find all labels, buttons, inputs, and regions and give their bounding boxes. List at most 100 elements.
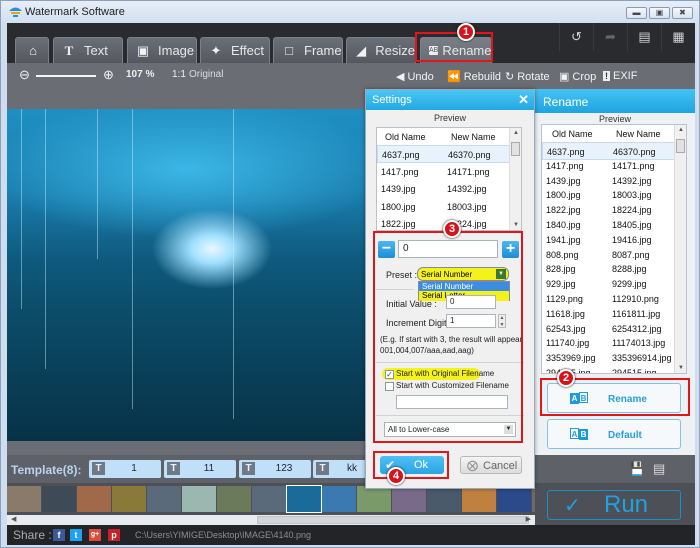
old-name-cell: 1439.jpg bbox=[381, 184, 416, 194]
new-name-cell: 9299.jpg bbox=[612, 279, 647, 290]
run-button[interactable]: ✓ Run bbox=[547, 490, 681, 520]
default-button[interactable]: AB Default bbox=[547, 419, 681, 449]
close-icon[interactable]: ✕ bbox=[518, 92, 529, 108]
settings-table-scrollbar[interactable]: ▲ ▼ bbox=[509, 128, 521, 230]
register-icon[interactable]: ▦ bbox=[661, 23, 695, 51]
cancel-button[interactable]: ⨂ Cancel bbox=[460, 456, 522, 474]
tab-image[interactable]: ▣ Image bbox=[127, 37, 197, 63]
template-list-icon[interactable]: ▤ bbox=[653, 461, 665, 477]
step-badge-1: 1 bbox=[457, 23, 475, 41]
refresh-icon[interactable]: ↺ bbox=[559, 23, 593, 51]
original-button[interactable]: Original bbox=[189, 69, 223, 80]
share-arrow-icon[interactable]: ➦ bbox=[593, 23, 627, 51]
view-toolbar: ⊖ ⊕ 107 % 1:1 Original ◀ Undo ⏪ Rebuild bbox=[7, 63, 535, 89]
thumbnail[interactable] bbox=[42, 486, 76, 512]
table-header: Old Name New Name bbox=[377, 128, 511, 146]
exif-icon: ! bbox=[603, 71, 610, 81]
minimize-button[interactable]: ▬ bbox=[626, 7, 647, 19]
tab-home[interactable]: ⌂ bbox=[15, 37, 49, 63]
template-item[interactable]: Tkk bbox=[313, 460, 373, 478]
pinterest-icon[interactable]: p bbox=[108, 529, 120, 541]
old-name-cell: 1822.jpg bbox=[381, 219, 416, 229]
run-label: Run bbox=[604, 491, 649, 518]
rebuild-button[interactable]: ⏪ Rebuild bbox=[447, 70, 501, 84]
google-plus-icon[interactable]: g+ bbox=[89, 529, 101, 541]
thumbnail[interactable] bbox=[147, 486, 181, 512]
exif-button[interactable]: ! EXIF bbox=[603, 70, 637, 82]
table-row[interactable]: 1439.jpg 14392.jpg bbox=[377, 180, 511, 198]
facebook-icon[interactable]: f bbox=[53, 529, 65, 541]
thumbnail[interactable] bbox=[77, 486, 111, 512]
new-name-cell: 294515.jpg bbox=[612, 368, 657, 374]
home-icon: ⌂ bbox=[29, 43, 37, 58]
table-header: Old Name New Name bbox=[542, 125, 676, 143]
thumbnail[interactable] bbox=[217, 486, 251, 512]
tab-resize[interactable]: ◢ Resize bbox=[346, 37, 416, 63]
old-name-cell: 929.jpg bbox=[546, 279, 576, 290]
thumbnail[interactable] bbox=[427, 486, 461, 512]
template-value: 123 bbox=[275, 463, 293, 474]
template-item[interactable]: T 123 bbox=[239, 460, 311, 478]
thumbnail[interactable] bbox=[182, 486, 216, 512]
thumbnail[interactable] bbox=[497, 486, 531, 512]
table-row[interactable]: 1800.jpg 18003.jpg bbox=[377, 198, 511, 216]
thumbnail[interactable] bbox=[7, 486, 41, 512]
step-badge-4: 4 bbox=[387, 467, 405, 485]
rotate-label: Rotate bbox=[517, 70, 550, 83]
chat-icon[interactable]: ▤ bbox=[627, 23, 661, 51]
table-row[interactable]: 1417.png 14171.png bbox=[377, 163, 511, 181]
share-label: Share : bbox=[13, 528, 52, 542]
rotate-button[interactable]: ↻ Rotate bbox=[505, 70, 550, 84]
zoom-out-icon[interactable]: ⊖ bbox=[19, 67, 30, 83]
twitter-icon[interactable]: t bbox=[70, 529, 82, 541]
app-window: Watermark Software ▬ ▣ ✖ ⌂ T Text ▣ Image … bbox=[0, 0, 700, 548]
scroll-left-icon[interactable]: ◀ bbox=[11, 515, 16, 523]
scroll-right-icon[interactable]: ▶ bbox=[526, 515, 531, 523]
preview-image[interactable] bbox=[7, 109, 369, 441]
new-name-cell: 14171.png bbox=[612, 160, 655, 171]
template-item[interactable]: T1 bbox=[89, 460, 161, 478]
save-icon[interactable]: 💾 bbox=[629, 461, 645, 477]
thumbnail[interactable] bbox=[392, 486, 426, 512]
zoom-in-icon[interactable]: ⊕ bbox=[103, 67, 114, 83]
rename-preview-table: Old Name New Name 4637.png 46370.png 1417.… bbox=[541, 124, 687, 374]
file-path: C:\Users\YIMIGE\Desktop\IMAGE\4140.png bbox=[135, 530, 312, 540]
new-name-cell: 8288.jpg bbox=[612, 264, 647, 275]
tab-effect[interactable]: ✦ Effect bbox=[200, 37, 270, 63]
new-name-cell: 11174013.jpg bbox=[612, 338, 666, 349]
close-button[interactable]: ✖ bbox=[672, 7, 693, 19]
new-name-cell: 18003.jpg bbox=[612, 190, 652, 201]
thumbnail[interactable] bbox=[462, 486, 496, 512]
undo-button[interactable]: ◀ Undo bbox=[396, 70, 434, 84]
maximize-button[interactable]: ▣ bbox=[649, 7, 670, 19]
default-ab-icon: AB bbox=[570, 428, 588, 440]
tab-text[interactable]: T Text bbox=[53, 37, 123, 63]
thumbnail[interactable] bbox=[286, 485, 322, 513]
table-row[interactable]: 4637.png 46370.png bbox=[377, 145, 511, 163]
column-new-name: New Name bbox=[451, 132, 496, 142]
new-name-cell: 18224.jpg bbox=[612, 205, 652, 216]
old-name-cell: 1941.jpg bbox=[546, 234, 581, 245]
rotate-icon: ↻ bbox=[505, 71, 515, 83]
scrollbar-thumb[interactable] bbox=[257, 516, 529, 524]
highlight-ok-button bbox=[373, 451, 449, 479]
cancel-label: Cancel bbox=[483, 460, 518, 472]
zoom-slider[interactable] bbox=[36, 75, 96, 77]
thumbnail[interactable] bbox=[357, 486, 391, 512]
thumbnail[interactable] bbox=[112, 486, 146, 512]
crop-button[interactable]: ▣ Crop bbox=[559, 70, 597, 84]
crop-label: Crop bbox=[572, 70, 597, 83]
thumbnail-scrollbar[interactable]: ◀ ▶ bbox=[7, 515, 535, 525]
thumbnail[interactable] bbox=[252, 486, 286, 512]
thumbnail[interactable] bbox=[322, 486, 356, 512]
template-item[interactable]: T 11 bbox=[164, 460, 236, 478]
new-name-cell: 335396914.jpg bbox=[612, 353, 672, 364]
zoom-level: 107 % bbox=[126, 69, 155, 80]
old-name-cell: 1800.jpg bbox=[546, 190, 581, 201]
tab-frame[interactable]: □ Frame bbox=[273, 37, 343, 63]
actual-size-icon[interactable]: 1:1 bbox=[172, 69, 186, 80]
rename-table-scrollbar[interactable]: ▲ ▼ bbox=[674, 125, 686, 373]
old-name-cell: 4637.png bbox=[547, 147, 585, 157]
old-name-cell: 62543.jpg bbox=[546, 323, 586, 334]
new-name-cell: 14171.png bbox=[447, 166, 490, 177]
